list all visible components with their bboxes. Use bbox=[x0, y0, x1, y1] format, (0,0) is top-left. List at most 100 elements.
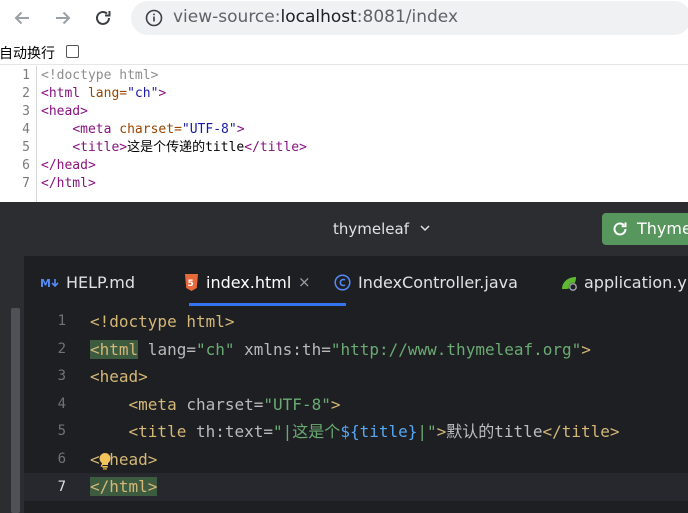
info-icon[interactable] bbox=[145, 9, 163, 27]
arrow-right-icon bbox=[56, 11, 71, 25]
code-token: charset= bbox=[176, 395, 264, 414]
view-source-content: 1 <!doctype html> 2 <html lang="ch"> 3 <head>… bbox=[0, 66, 688, 202]
code-line-1[interactable]: <!doctype html> bbox=[90, 308, 235, 336]
source-token: 这是个传递的title bbox=[127, 140, 245, 155]
code-token: <html bbox=[90, 340, 139, 359]
source-token: </head> bbox=[41, 158, 96, 173]
forward-button[interactable] bbox=[49, 4, 77, 32]
tab-label: IndexController.java bbox=[358, 273, 518, 292]
code-line-2[interactable]: <html lang="ch" xmlns:th="http://www.thy… bbox=[90, 336, 591, 364]
source-token: <html bbox=[41, 86, 88, 101]
source-token: > bbox=[158, 86, 167, 101]
reload-icon bbox=[96, 10, 111, 25]
ide-title-bar: thymeleaf Thyme bbox=[0, 202, 688, 256]
code-token: xmlns:th= bbox=[234, 340, 331, 359]
code-line-5[interactable]: <title th:text="|这是个${title}|">默认的title<… bbox=[90, 418, 620, 446]
arrow-left-icon bbox=[14, 11, 29, 25]
source-token: "ch" bbox=[127, 86, 159, 101]
code-token: </title> bbox=[542, 422, 620, 441]
source-line: 1 <!doctype html> bbox=[0, 67, 688, 85]
code-token: ${title} bbox=[340, 422, 418, 441]
reload-button[interactable] bbox=[89, 4, 117, 32]
tab-label: HELP.md bbox=[66, 273, 136, 292]
code-token: > bbox=[436, 422, 447, 441]
line-wrap-row: 自动换行 bbox=[0, 40, 688, 65]
refresh-icon bbox=[613, 222, 627, 236]
url-scheme: view-source: bbox=[173, 7, 281, 27]
source-code: <!doctype html> bbox=[41, 67, 158, 85]
tab-index-html[interactable]: 5 index.html × bbox=[184, 256, 344, 308]
url-host: localhost bbox=[280, 7, 357, 27]
line-number: 6 bbox=[22, 158, 30, 173]
source-line: 7 </html> bbox=[0, 175, 688, 193]
address-bar[interactable]: view-source:localhost:8081/index bbox=[131, 1, 688, 35]
line-number: 4 bbox=[57, 396, 66, 412]
line-number: 1 bbox=[22, 68, 30, 83]
code-token: |" bbox=[417, 422, 437, 441]
source-token: > bbox=[236, 122, 245, 137]
source-token: </html> bbox=[41, 176, 96, 191]
java-class-icon bbox=[334, 274, 351, 291]
code-line-4[interactable]: <meta charset="UTF-8"> bbox=[90, 391, 341, 419]
source-code: <title>这是个传递的title</title> bbox=[41, 139, 307, 157]
run-configuration-button[interactable]: Thyme bbox=[602, 213, 688, 245]
source-token bbox=[41, 140, 72, 155]
source-token bbox=[41, 122, 72, 137]
line-number: 5 bbox=[57, 423, 66, 439]
source-line: 2 <html lang="ch"> bbox=[0, 85, 688, 103]
browser-toolbar: view-source:localhost:8081/index bbox=[0, 0, 688, 36]
code-token: "ch" bbox=[195, 340, 235, 359]
line-number: 5 bbox=[22, 140, 30, 155]
chevron-down-icon[interactable] bbox=[419, 222, 431, 234]
code-line-7[interactable]: </html> bbox=[90, 473, 158, 501]
code-token: th:text= bbox=[186, 422, 274, 441]
source-token: <head> bbox=[41, 104, 88, 119]
scrollbar[interactable] bbox=[11, 308, 20, 513]
line-number: 1 bbox=[57, 313, 66, 329]
source-code: </html> bbox=[41, 175, 96, 193]
project-name[interactable]: thymeleaf bbox=[333, 220, 409, 238]
code-line-3[interactable]: <head> bbox=[90, 363, 148, 391]
close-tab-icon[interactable]: × bbox=[298, 273, 311, 291]
tab-label: index.html bbox=[206, 273, 292, 292]
url-path: :8081/index bbox=[356, 7, 459, 27]
code-token: "http://www.thymeleaf.org" bbox=[330, 340, 582, 359]
html5-icon: 5 bbox=[185, 274, 198, 291]
code-token: "|这是个 bbox=[273, 422, 341, 441]
source-code: <meta charset="UTF-8"> bbox=[41, 121, 245, 139]
line-number: 4 bbox=[22, 122, 30, 137]
active-tab-indicator bbox=[189, 303, 346, 306]
source-token: charset= bbox=[119, 122, 182, 137]
code-token: <head> bbox=[90, 367, 148, 386]
line-number: 2 bbox=[22, 86, 30, 101]
source-token: "UTF-8" bbox=[181, 122, 237, 137]
code-token: <title bbox=[128, 422, 187, 441]
spring-config-icon bbox=[562, 277, 578, 292]
tab-label: application.yml bbox=[584, 273, 688, 292]
url-text[interactable]: view-source:localhost:8081/index bbox=[173, 7, 458, 27]
tab-application-yml[interactable]: application.yml bbox=[560, 256, 688, 308]
code-token: > bbox=[581, 340, 591, 359]
source-code: </head> bbox=[41, 157, 96, 175]
line-wrap-label: 自动换行 bbox=[0, 46, 55, 62]
code-token: </html> bbox=[90, 477, 158, 496]
back-button[interactable] bbox=[8, 4, 36, 32]
line-wrap-checkbox[interactable] bbox=[66, 45, 79, 58]
source-token: <title> bbox=[72, 140, 128, 155]
tab-help-md[interactable]: M HELP.md bbox=[40, 256, 170, 308]
code-token: <!doctype html> bbox=[90, 312, 235, 331]
source-line: 5 <title>这是个传递的title</title> bbox=[0, 139, 688, 157]
tab-index-controller-java[interactable]: IndexController.java bbox=[334, 256, 534, 308]
run-configuration-label: Thyme bbox=[637, 219, 688, 238]
code-editor[interactable]: 1 2 3 4 5 6 7 <!doctype html> <html lang… bbox=[24, 308, 688, 513]
line-number: 7 bbox=[22, 176, 30, 191]
svg-text:M: M bbox=[40, 277, 51, 289]
source-line: 6 </head> bbox=[0, 157, 688, 175]
lightbulb-icon[interactable] bbox=[98, 452, 112, 470]
source-token: <!doctype html> bbox=[41, 68, 159, 83]
source-line: 3 <head> bbox=[0, 103, 688, 121]
line-number: 2 bbox=[57, 341, 66, 357]
ide-body: M HELP.md 5 index.html × IndexController… bbox=[0, 256, 688, 513]
